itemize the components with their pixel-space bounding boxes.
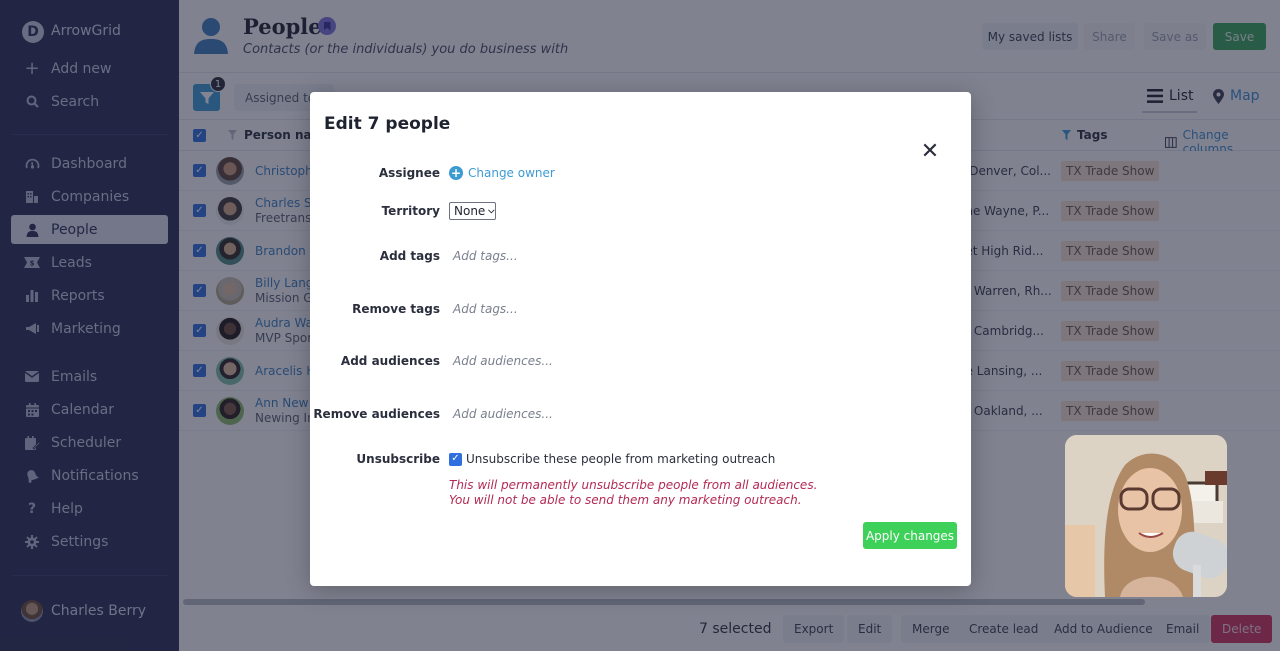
assignee-label: Assignee [378,166,440,180]
add-audiences-label: Add audiences [340,354,440,368]
unsubscribe-checkbox-label[interactable]: Unsubscribe these people from marketing … [466,452,775,466]
unsubscribe-warning: This will permanently unsubscribe people… [449,478,818,507]
territory-value: None [454,204,486,218]
remove-audiences-input[interactable]: Add audiences... [453,407,553,421]
presenter-video-icon [1065,435,1227,597]
modal-title: Edit 7 people [324,114,451,134]
unsubscribe-checkbox-row[interactable]: ✓ Unsubscribe these people from marketin… [449,452,775,466]
change-owner-link[interactable]: + Change owner [449,166,555,180]
territory-select[interactable]: None [449,202,496,220]
unsubscribe-checkbox[interactable]: ✓ [449,452,462,466]
add-tags-input[interactable]: Add tags... [453,249,518,263]
apply-changes-button[interactable]: Apply changes [863,522,957,549]
territory-label: Territory [381,204,440,218]
remove-tags-label: Remove tags [352,302,440,316]
add-tags-label: Add tags [379,249,440,263]
plus-circle-icon: + [449,166,463,180]
remove-audiences-label: Remove audiences [313,407,440,421]
unsubscribe-label: Unsubscribe [356,452,440,466]
remove-tags-input[interactable]: Add tags... [453,302,518,316]
chevron-down-icon [488,209,495,213]
webcam-video [1065,435,1227,597]
edit-people-modal: Edit 7 people ✕ Assignee + Change owner … [310,92,971,586]
add-audiences-input[interactable]: Add audiences... [453,354,553,368]
change-owner-label: Change owner [468,166,555,180]
close-icon[interactable]: ✕ [919,141,941,163]
